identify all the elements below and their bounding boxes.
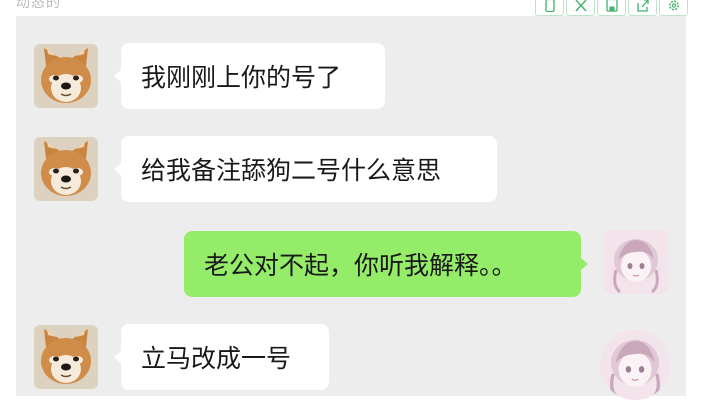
contact-avatar[interactable] [34,325,98,389]
message-text: 我刚刚上你的号了 [141,63,342,92]
self-avatar[interactable] [604,230,668,294]
mobile-icon [544,0,555,12]
window-title: 动态的 [16,0,61,11]
shiba-dog-avatar [34,325,98,389]
message-text: 立马改成一号 [141,344,292,373]
floating-avatar-decoration [600,330,670,400]
message-bubble-received[interactable]: 我刚刚上你的号了 [114,43,385,109]
crop-icon [574,0,587,12]
mobile-button[interactable] [535,0,564,16]
contact-avatar[interactable] [34,137,98,201]
top-bar: 动态的 [0,0,720,16]
gear-icon [668,0,679,11]
settings-button[interactable] [659,0,688,16]
share-button[interactable] [628,0,657,16]
anime-girl-avatar [600,330,670,400]
message-text: 老公对不起，你听我解释。。 [204,251,517,280]
shiba-dog-avatar [34,44,98,108]
chat-area[interactable]: 我刚刚上你的号了 给我备注舔狗二号什么意思 老公对不起，你听我解释。。 立马改成… [16,16,686,400]
message-bubble-received[interactable]: 立马改成一号 [114,324,329,390]
message-text: 给我备注舔狗二号什么意思 [141,156,442,185]
contact-avatar[interactable] [34,44,98,108]
shiba-dog-avatar [34,137,98,201]
save-button[interactable] [597,0,626,16]
message-bubble-received[interactable]: 给我备注舔狗二号什么意思 [114,136,497,202]
share-icon [636,0,649,12]
message-bubble-sent[interactable]: 老公对不起，你听我解释。。 [184,231,588,297]
anime-girl-avatar [604,230,668,294]
save-icon [605,0,618,12]
toolbar [533,0,688,16]
crop-button[interactable] [566,0,595,16]
